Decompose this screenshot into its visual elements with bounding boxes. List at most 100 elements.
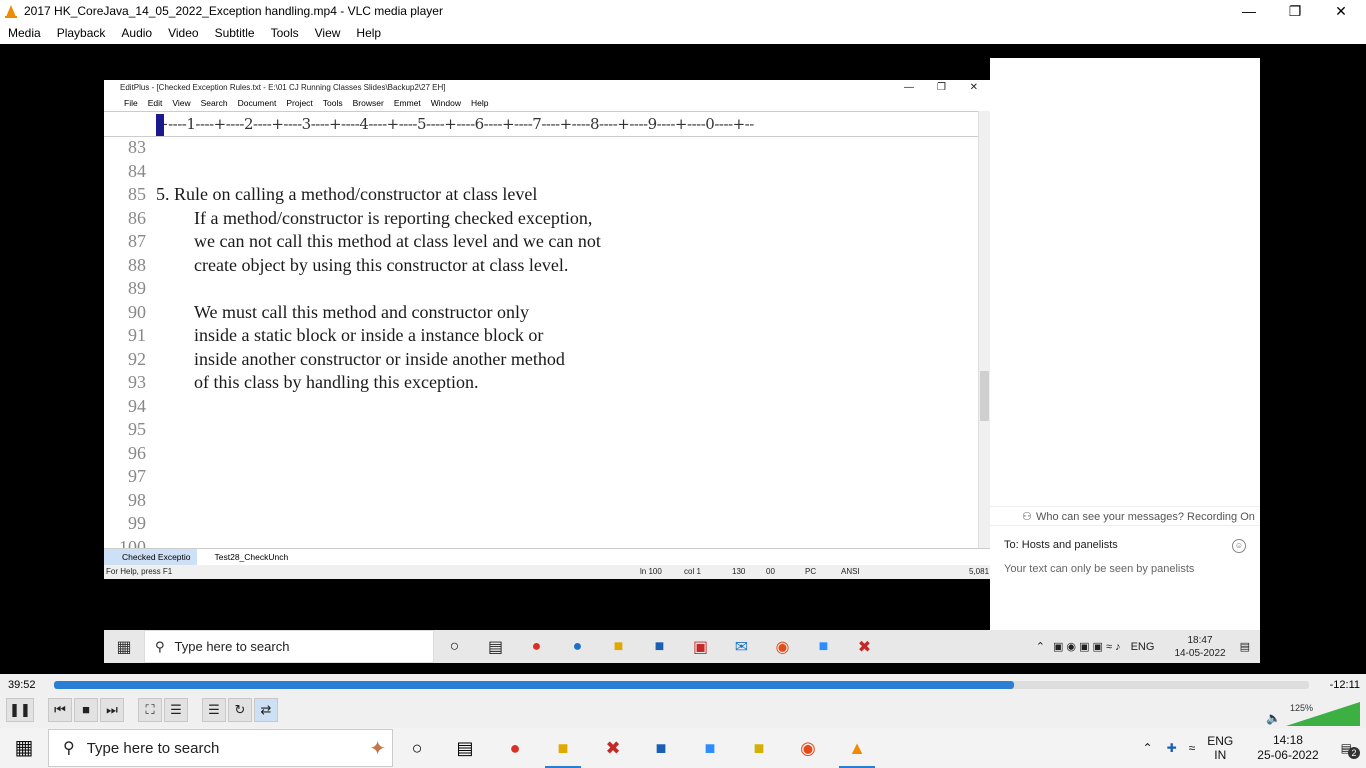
- ep-menu-tools: Tools: [322, 98, 343, 108]
- chat-input[interactable]: Your text can only be seen by panelists: [1004, 563, 1254, 575]
- scroll-thumb: [980, 371, 989, 421]
- wifi-icon[interactable]: ≈: [1189, 741, 1196, 755]
- emoji-icon[interactable]: ☺: [1232, 539, 1246, 553]
- line-text: We must call this method and constructor…: [194, 301, 529, 322]
- restore-button[interactable]: ❐: [1272, 0, 1318, 22]
- minimize-button[interactable]: —: [1226, 0, 1272, 22]
- start-button[interactable]: ▦: [0, 728, 48, 768]
- inner-tray-icons: ▣ ◉ ▣ ▣ ≈ ♪: [1052, 641, 1121, 653]
- line-number: 94: [128, 395, 146, 416]
- clock-time: 14:18: [1272, 733, 1303, 747]
- ep-minimize-icon: —: [904, 82, 914, 93]
- close-button[interactable]: ✕: [1318, 0, 1364, 22]
- blue-plus-icon[interactable]: ✚: [1167, 741, 1177, 755]
- language-indicator[interactable]: ENG IN: [1207, 734, 1233, 762]
- status-help: For Help, press F1: [106, 567, 173, 576]
- inner-chrome-icon: ●: [531, 637, 542, 655]
- task-view-icon[interactable]: ▤: [441, 728, 489, 768]
- ep-menu-emmet: Emmet: [393, 98, 421, 108]
- seek-bar[interactable]: [54, 681, 1309, 689]
- file-explorer-icon[interactable]: ■: [539, 728, 587, 768]
- line-number: 97: [128, 466, 146, 486]
- editplus-menu-bar: File Edit View Search Document Project T…: [104, 96, 990, 111]
- line-number: 93: [128, 372, 146, 392]
- line-number: 87: [128, 231, 146, 251]
- inner-edge-icon: ●: [572, 637, 583, 655]
- line-number: 88: [128, 254, 146, 275]
- ruler-cursor-mark: [156, 114, 164, 136]
- inner-windows-icon: ▦: [116, 638, 132, 656]
- system-tray: ⌃ ✚ ≈ ENG IN 14:18 25-06-2022 ▤ 2: [1135, 728, 1366, 768]
- menu-subtitle[interactable]: Subtitle: [207, 26, 263, 40]
- notification-center-icon[interactable]: ▤ 2: [1341, 741, 1360, 759]
- line-text: If a method/constructor is reporting che…: [194, 207, 593, 228]
- chat-who-text: Who can see your messages? Recording On: [1036, 511, 1255, 523]
- vlc-cone-icon: [5, 5, 17, 18]
- zoom-icon[interactable]: ■: [686, 728, 734, 768]
- speaker-icon[interactable]: 🔈: [1266, 711, 1281, 725]
- line-number: 89: [128, 278, 146, 298]
- inner-notification-icon: ▤: [1239, 641, 1250, 653]
- menu-tools[interactable]: Tools: [263, 26, 307, 40]
- inner-taskbar: ▦ ⚲ Type here to search ○ ▤ ● ● ■ ■ ▣ ✉ …: [104, 630, 1260, 663]
- shuffle-button[interactable]: ⇄: [254, 698, 278, 722]
- taskbar-search-box[interactable]: ⚲ Type here to search ✦: [48, 729, 393, 767]
- cortana-icon[interactable]: ○: [393, 728, 441, 768]
- window-title: 2017 HK_CoreJava_14_05_2022_Exception ha…: [24, 4, 443, 18]
- people-icon: ⚇: [1022, 511, 1032, 523]
- line-number: 100: [119, 536, 146, 549]
- line-text: we can not call this method at class lev…: [194, 231, 601, 251]
- menu-help[interactable]: Help: [348, 26, 389, 40]
- ep-menu-window: Window: [430, 98, 461, 108]
- editplus-title: EditPlus - [Checked Exception Rules.txt …: [120, 83, 446, 92]
- screen-recorder-icon[interactable]: ◉: [784, 728, 832, 768]
- status-col: col 1: [684, 567, 701, 576]
- menu-playback[interactable]: Playback: [49, 26, 114, 40]
- extended-settings-button[interactable]: ☰: [164, 698, 188, 722]
- fullscreen-button[interactable]: ⛶: [138, 698, 162, 722]
- sticky-notes-icon[interactable]: ■: [735, 728, 783, 768]
- chrome-icon[interactable]: ●: [491, 728, 539, 768]
- snipping-tool-icon[interactable]: ✖: [589, 728, 637, 768]
- search-icon: ⚲: [63, 740, 75, 757]
- ep-restore-icon: ❐: [937, 82, 946, 93]
- chat-who-can-see[interactable]: ⚇ Who can see your messages? Recording O…: [990, 506, 1260, 526]
- store-icon[interactable]: ■: [637, 728, 685, 768]
- editplus-top-strip: [104, 58, 990, 80]
- menu-media[interactable]: Media: [0, 26, 49, 40]
- vlc-taskbar-icon[interactable]: ▲: [833, 728, 881, 768]
- previous-button[interactable]: ⏮: [48, 698, 72, 722]
- status-mode: PC: [805, 567, 817, 576]
- line-number: 90: [128, 301, 146, 322]
- inner-search-placeholder: Type here to search: [174, 639, 290, 654]
- line-number: 96: [128, 442, 146, 463]
- chevron-up-icon[interactable]: ⌃: [1143, 741, 1153, 755]
- chat-to-row[interactable]: To: Hosts and panelists: [1004, 539, 1254, 551]
- line-number: 99: [128, 513, 146, 533]
- next-button[interactable]: ⏭: [100, 698, 124, 722]
- ep-menu-view: View: [172, 98, 191, 108]
- inner-tray: ⌃ ▣ ◉ ▣ ▣ ≈ ♪ ENG 18:47 14-05-2022 ▤: [1032, 630, 1250, 663]
- ep-menu-browser: Browser: [352, 98, 384, 108]
- status-ln: ln 100: [640, 567, 662, 576]
- status-n2: 00: [766, 567, 775, 576]
- search-highlight-icon: ✦: [369, 737, 386, 760]
- pause-button[interactable]: ❚❚: [6, 698, 34, 722]
- taskbar-clock[interactable]: 14:18 25-06-2022: [1257, 733, 1318, 763]
- loop-button[interactable]: ↻: [228, 698, 252, 722]
- menu-audio[interactable]: Audio: [113, 26, 160, 40]
- menu-video[interactable]: Video: [160, 26, 206, 40]
- inner-search-box: ⚲ Type here to search: [144, 630, 434, 663]
- chat-to-value[interactable]: Hosts and panelists: [1022, 539, 1118, 551]
- line-number: 91: [128, 325, 146, 345]
- menu-view[interactable]: View: [307, 26, 349, 40]
- playlist-button[interactable]: ☰: [202, 698, 226, 722]
- clock-date: 25-06-2022: [1257, 748, 1319, 762]
- status-enc: ANSI: [841, 567, 860, 576]
- inner-store-icon: ■: [654, 637, 665, 655]
- inner-explorer-icon: ■: [613, 637, 624, 655]
- remaining-time[interactable]: -12:11: [1330, 679, 1360, 691]
- stop-button[interactable]: ■: [74, 698, 98, 722]
- line-number: 95: [128, 419, 146, 439]
- lang-bottom: IN: [1214, 748, 1227, 762]
